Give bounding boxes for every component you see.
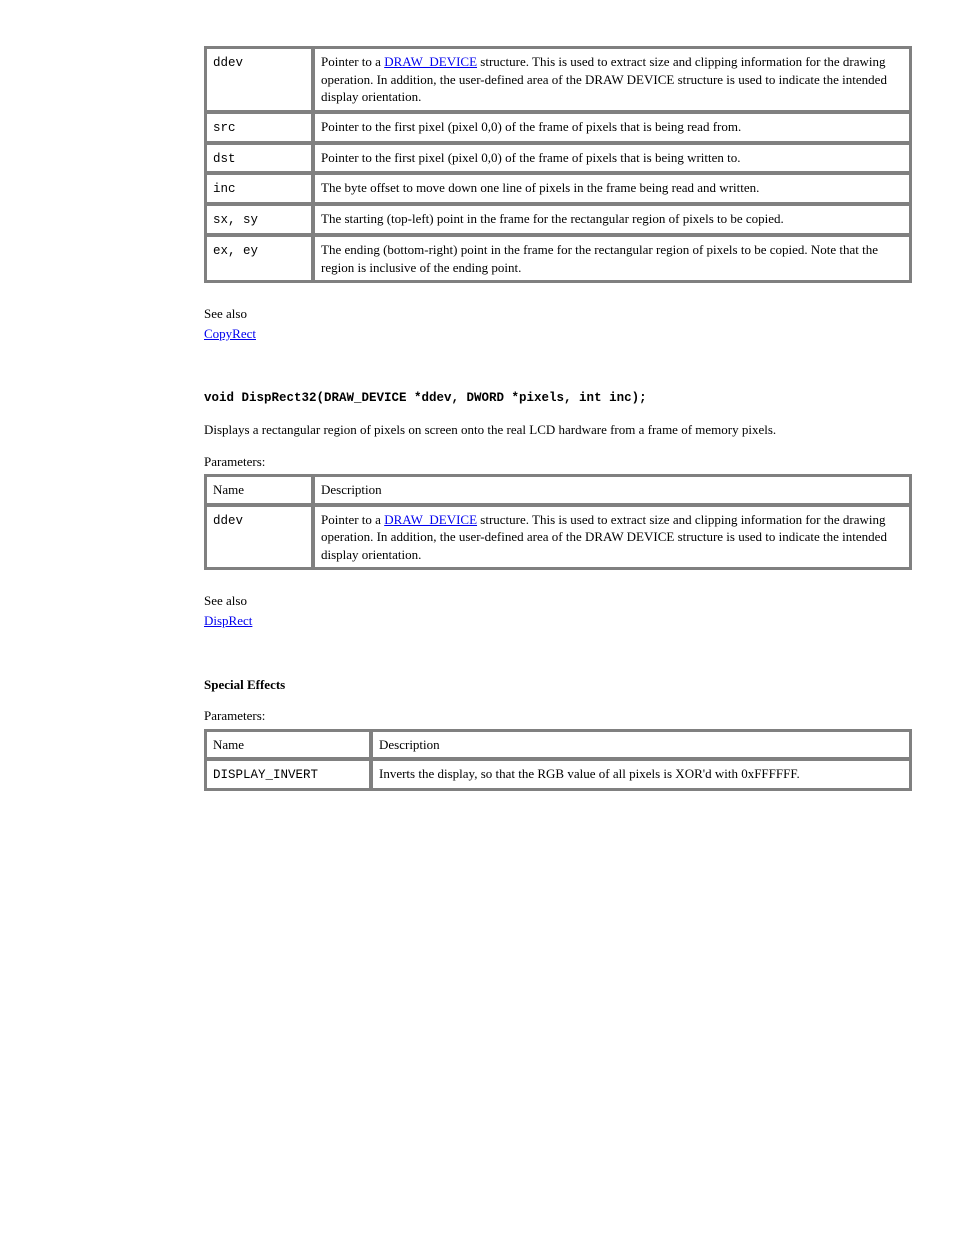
table-header-row: Name Description [206, 476, 910, 504]
table-row: sx, sy The starting (top-left) point in … [206, 205, 910, 234]
table-row: ddev Pointer to a DRAW_DEVICE structure.… [206, 506, 910, 569]
table-row: src Pointer to the first pixel (pixel 0,… [206, 113, 910, 142]
table-header-row: Name Description [206, 731, 910, 759]
table-row: ddev Pointer to a DRAW_DEVICE structure.… [206, 48, 910, 111]
header-desc: Description [314, 476, 910, 504]
func-decl-disprect32: void DispRect32(DRAW_DEVICE *ddev, DWORD… [204, 388, 912, 407]
param-name: sx, sy [213, 213, 258, 227]
params-table-disprect32: Name Description ddev Pointer to a DRAW_… [204, 474, 912, 570]
param-desc: Pointer to the first pixel (pixel 0,0) o… [314, 113, 910, 142]
table-row: dst Pointer to the first pixel (pixel 0,… [206, 144, 910, 173]
param-desc: Pointer to a DRAW_DEVICE structure. This… [314, 48, 910, 111]
params-table-copyrect32: ddev Pointer to a DRAW_DEVICE structure.… [204, 46, 912, 283]
param-name: dst [213, 152, 236, 166]
link-draw-device[interactable]: DRAW_DEVICE [384, 512, 477, 527]
param-name: ex, ey [213, 244, 258, 258]
param-name: DISPLAY_INVERT [213, 768, 318, 782]
param-name: inc [213, 182, 236, 196]
table-row: DISPLAY_INVERT Inverts the display, so t… [206, 760, 910, 789]
params-label: Parameters: [204, 453, 912, 471]
param-name: ddev [213, 514, 243, 528]
param-desc: Inverts the display, so that the RGB val… [372, 760, 910, 789]
link-draw-device[interactable]: DRAW_DEVICE [384, 54, 477, 69]
see-also-label: See also [204, 592, 912, 610]
func-desc: Displays a rectangular region of pixels … [204, 421, 912, 439]
param-desc: Pointer to a DRAW_DEVICE structure. This… [314, 506, 910, 569]
table-row: ex, ey The ending (bottom-right) point i… [206, 236, 910, 281]
header-name: Name [206, 476, 312, 504]
param-desc: Pointer to the first pixel (pixel 0,0) o… [314, 144, 910, 173]
param-name: src [213, 121, 236, 135]
param-desc: The ending (bottom-right) point in the f… [314, 236, 910, 281]
header-name: Name [206, 731, 370, 759]
param-desc: The starting (top-left) point in the fra… [314, 205, 910, 234]
table-row: inc The byte offset to move down one lin… [206, 174, 910, 203]
section-special-effects: Special Effects [204, 676, 912, 694]
params-table-special-effects: Name Description DISPLAY_INVERT Inverts … [204, 729, 912, 791]
header-desc: Description [372, 731, 910, 759]
doc-page: ddev Pointer to a DRAW_DEVICE structure.… [0, 0, 954, 1235]
params-label: Parameters: [204, 707, 912, 725]
param-name: ddev [213, 56, 243, 70]
link-disprect[interactable]: DispRect [204, 613, 252, 628]
link-copyrect[interactable]: CopyRect [204, 326, 256, 341]
param-desc: The byte offset to move down one line of… [314, 174, 910, 203]
see-also-label: See also [204, 305, 912, 323]
